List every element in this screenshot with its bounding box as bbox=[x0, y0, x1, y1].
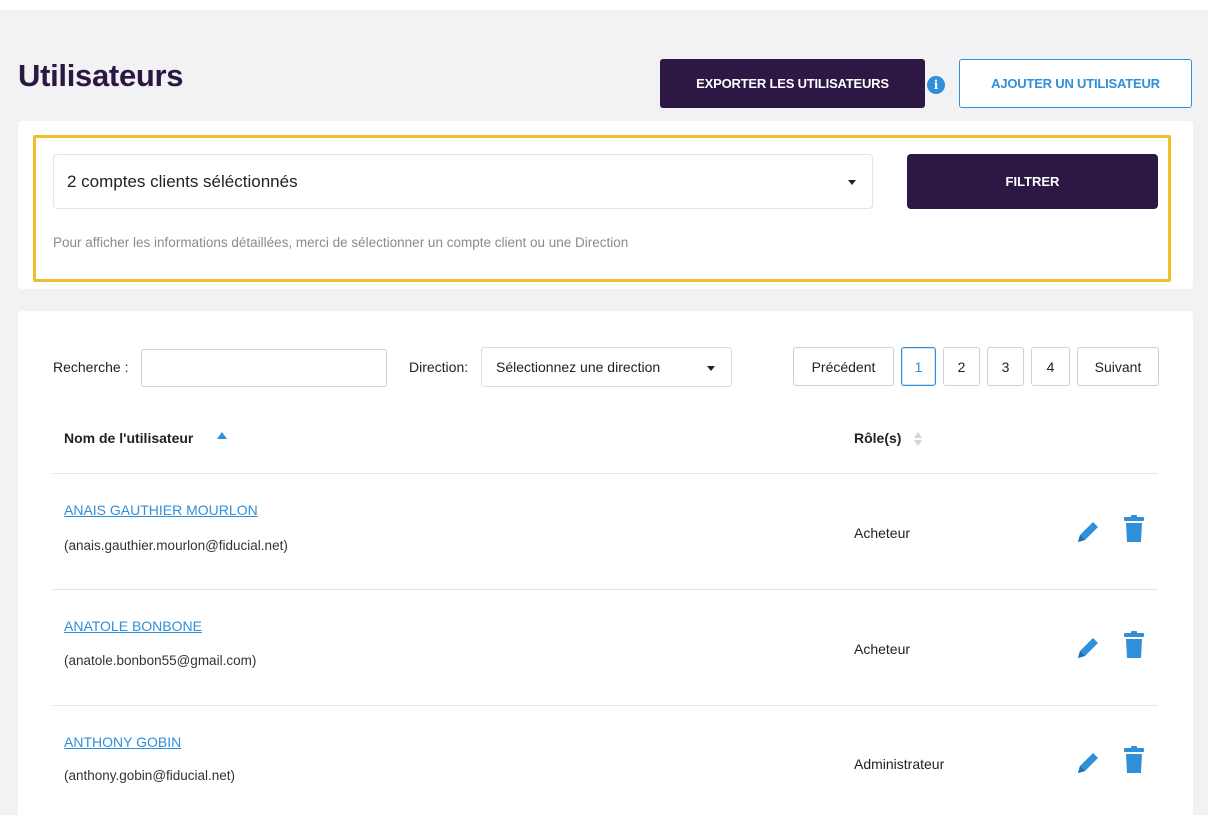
client-account-select-value: 2 comptes clients séléctionnés bbox=[67, 171, 298, 191]
direction-select-value: Sélectionnez une direction bbox=[496, 359, 661, 375]
pagination-page-3[interactable]: 3 bbox=[987, 347, 1024, 386]
pencil-icon[interactable] bbox=[1074, 631, 1100, 661]
user-role: Acheteur bbox=[854, 525, 911, 541]
search-input[interactable] bbox=[141, 349, 387, 387]
user-role: Acheteur bbox=[854, 641, 911, 657]
user-email: (anthony.gobin@fiducial.net) bbox=[64, 768, 236, 783]
sort-down-arrow bbox=[914, 440, 922, 446]
sort-icon[interactable] bbox=[914, 432, 924, 448]
pencil-icon[interactable] bbox=[1074, 515, 1100, 545]
pencil-icon[interactable] bbox=[1074, 746, 1100, 776]
top-strip bbox=[0, 0, 1208, 10]
sort-ascending-icon[interactable] bbox=[217, 432, 227, 439]
page-title: Utilisateurs bbox=[18, 58, 184, 93]
add-user-button[interactable]: AJOUTER UN UTILISATEUR bbox=[959, 59, 1192, 108]
direction-label: Direction: bbox=[409, 359, 469, 375]
user-email: (anatole.bonbon55@gmail.com) bbox=[64, 653, 257, 668]
user-role: Administrateur bbox=[854, 756, 945, 772]
user-email: (anais.gauthier.mourlon@fiducial.net) bbox=[64, 538, 288, 553]
info-icon[interactable]: i bbox=[927, 76, 945, 94]
user-name-link[interactable]: ANTHONY GOBIN bbox=[64, 734, 181, 750]
export-users-button[interactable]: EXPORTER LES UTILISATEURS bbox=[660, 59, 925, 108]
pagination-previous-button[interactable]: Précédent bbox=[793, 347, 894, 386]
user-name-link[interactable]: ANAIS GAUTHIER MOURLON bbox=[64, 502, 258, 518]
trash-icon[interactable] bbox=[1121, 745, 1147, 775]
client-account-select[interactable]: 2 comptes clients séléctionnés bbox=[53, 154, 873, 209]
trash-icon[interactable] bbox=[1121, 514, 1147, 544]
pagination-page-4[interactable]: 4 bbox=[1031, 347, 1070, 386]
search-label: Recherche : bbox=[53, 359, 129, 375]
row-divider bbox=[53, 473, 1158, 474]
direction-select[interactable]: Sélectionnez une direction bbox=[481, 347, 732, 387]
trash-icon[interactable] bbox=[1121, 630, 1147, 660]
chevron-down-icon bbox=[707, 366, 715, 371]
pagination-page-2[interactable]: 2 bbox=[943, 347, 980, 386]
pagination-page-1[interactable]: 1 bbox=[901, 347, 936, 386]
row-divider bbox=[53, 589, 1158, 590]
filter-hint: Pour afficher les informations détaillée… bbox=[53, 235, 629, 250]
chevron-down-icon bbox=[848, 180, 856, 185]
sort-up-arrow bbox=[914, 432, 922, 438]
row-divider bbox=[53, 705, 1158, 706]
user-name-link[interactable]: ANATOLE BONBONE bbox=[64, 618, 202, 634]
column-header-roles[interactable]: Rôle(s) bbox=[854, 430, 901, 446]
column-header-name[interactable]: Nom de l'utilisateur bbox=[64, 430, 193, 446]
pagination-next-button[interactable]: Suivant bbox=[1077, 347, 1159, 386]
filter-button[interactable]: FILTRER bbox=[907, 154, 1158, 209]
